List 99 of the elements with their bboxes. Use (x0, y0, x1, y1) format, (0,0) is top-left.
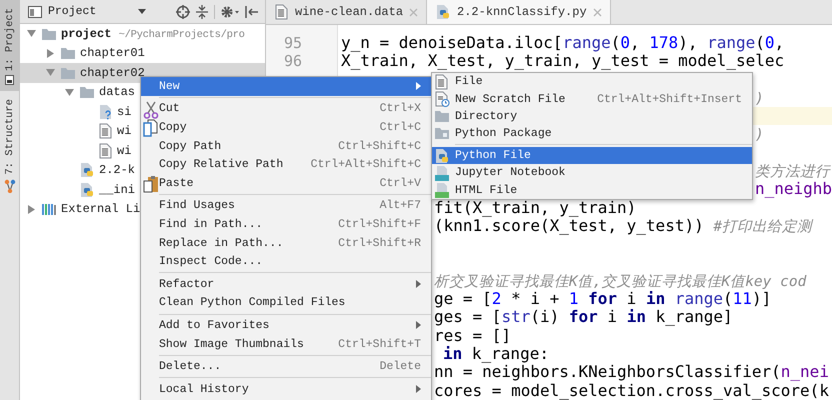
tree-item[interactable]: si (117, 104, 132, 119)
menu-item[interactable]: Delete... Delete (141, 357, 431, 376)
folder-icon (41, 26, 57, 41)
editor-tab[interactable]: wine-clean.data (266, 0, 428, 24)
tree-item[interactable]: chapter02 (80, 66, 145, 80)
shortcut-label: Ctrl+Shift+C (338, 140, 421, 153)
tool-window-tab[interactable]: 7: Structure (0, 91, 19, 199)
text-file-icon (274, 4, 289, 20)
pin-icon[interactable] (245, 4, 259, 18)
python-file-icon (435, 4, 452, 20)
menu-item[interactable]: Find in Path... Ctrl+Shift+F (141, 215, 431, 234)
shortcut-label: Ctrl+Alt+Shift+Insert (597, 92, 742, 106)
library-icon (41, 202, 57, 216)
menu-item[interactable]: Copy Path Ctrl+Shift+C (141, 136, 431, 156)
menu-item[interactable]: File (432, 73, 752, 90)
tree-item[interactable]: wi (117, 144, 132, 158)
collapse-all-icon[interactable] (196, 4, 208, 18)
folder-icon (79, 85, 95, 100)
menu-item[interactable]: Add to Favorites (141, 316, 431, 335)
menu-item[interactable]: HTML File (432, 181, 752, 199)
line-number: 96 (284, 52, 302, 70)
expand-arrow-icon[interactable] (27, 204, 36, 214)
menu-item[interactable]: Cut Ctrl+X (141, 100, 431, 118)
menu-item[interactable]: Show Image Thumbnails Ctrl+Shift+T (141, 334, 431, 354)
menu-item[interactable]: Clean Python Compiled Files (141, 294, 431, 312)
tree-item[interactable]: External Li (61, 202, 140, 216)
menu-item[interactable]: Inspect Code... (141, 252, 431, 271)
code-line: ges = [str(i) for i in k_range] (434, 307, 733, 326)
menu-item[interactable]: Local History (141, 380, 431, 398)
text-file-icon (98, 123, 113, 140)
scratch-file-icon (434, 91, 450, 108)
line-number: 95 (284, 34, 302, 52)
code-line: in k_range: (443, 344, 549, 364)
shortcut-label: Ctrl+Shift+T (338, 338, 421, 351)
expand-arrow-icon[interactable] (65, 88, 74, 97)
text-file-icon (98, 142, 113, 159)
tree-item[interactable]: __ini (99, 182, 136, 197)
menu-item[interactable]: Refactor (141, 274, 431, 294)
menu-item[interactable]: Replace in Path... Ctrl+Shift+R (141, 234, 431, 252)
code-line: res = [] (434, 326, 512, 345)
expand-arrow-icon[interactable] (46, 48, 55, 58)
folder-icon (434, 108, 450, 123)
clipboard-icon (143, 174, 159, 193)
shortcut-label: Ctrl+Alt+Shift+C (310, 158, 421, 172)
python-file-icon (79, 182, 95, 198)
menu-item[interactable]: Python File (432, 146, 752, 164)
menu-item[interactable]: New (141, 77, 431, 96)
code-line: ) (755, 126, 764, 144)
folder-icon (60, 46, 76, 60)
menu-item[interactable]: Find Usages Alt+F7 (141, 196, 431, 216)
code-line: (knn1.score(X_test, y_test)) #打印出给定测 (434, 216, 812, 235)
shortcut-label: Ctrl+V (380, 176, 421, 190)
scissors-icon (143, 100, 159, 119)
tree-item[interactable]: datas (99, 85, 136, 100)
close-icon[interactable] (592, 8, 602, 16)
shortcut-label: Alt+F7 (380, 199, 421, 212)
code-line: cores = model_selection.cross_val_score(k (434, 380, 829, 400)
shortcut-label: Ctrl+C (380, 120, 421, 134)
tree-item[interactable]: 2.2-k (99, 163, 136, 178)
folder-icon (60, 66, 76, 80)
tree-item[interactable]: wi (117, 124, 132, 138)
shortcut-label: Ctrl+X (380, 102, 421, 116)
code-line: nn = neighbors.KNeighborsClassifier(n_nei (434, 362, 829, 382)
copy-icon (143, 119, 159, 138)
tree-item[interactable]: chapter01 (80, 46, 145, 60)
editor-tab[interactable]: 2.2-knnClassify.py (427, 0, 611, 24)
code-line: 类方法进行 (755, 162, 830, 180)
code-line: X_train, X_test, y_train, y_test = model_selec (341, 51, 784, 70)
caret-icon (138, 9, 146, 14)
menu-item[interactable]: Jupyter Notebook (432, 164, 752, 182)
code-line: ) (755, 90, 764, 107)
notebook-file-icon (434, 164, 450, 181)
package-folder-icon (434, 126, 450, 140)
code-line: ge = [2 * i + 1 for i in range(11)] (434, 289, 772, 308)
shortcut-label: Ctrl+Shift+F (338, 218, 421, 231)
html-file-icon (434, 182, 450, 198)
shortcut-label: Delete (380, 360, 421, 374)
crosshair-icon[interactable] (176, 4, 190, 18)
menu-item[interactable]: Paste Ctrl+V (141, 174, 431, 193)
structure-icon (4, 178, 16, 193)
unknown-file-icon (98, 104, 113, 120)
tool-window-tab[interactable]: 1: Project (0, 0, 19, 92)
shortcut-label: Ctrl+Shift+R (338, 236, 421, 250)
code-line: y_n = denoiseData.iloc[range(0, 178), range(0, (341, 33, 784, 52)
code-line: 析交叉验证寻找最佳K值,交叉验证寻找最佳K值key cod (434, 272, 806, 290)
tree-item[interactable]: project ~/PycharmProjects/pro (61, 26, 245, 41)
menu-item[interactable]: New Scratch File Ctrl+Alt+Shift+Insert (432, 90, 752, 108)
window-icon (5, 75, 14, 86)
window-icon (28, 6, 42, 18)
expand-arrow-icon[interactable] (27, 29, 36, 38)
code-line: fit(X_train, y_train) (434, 198, 636, 217)
python-file-icon (79, 162, 95, 178)
menu-item[interactable]: Copy Ctrl+C (141, 118, 431, 137)
code-line: n_neighb (755, 179, 832, 198)
menu-item[interactable]: Python Package (432, 125, 752, 143)
expand-arrow-icon[interactable] (46, 68, 55, 78)
settings-icon[interactable] (221, 4, 239, 18)
menu-item[interactable]: Copy Relative Path Ctrl+Alt+Shift+C (141, 155, 431, 174)
menu-item[interactable]: Directory (432, 108, 752, 126)
